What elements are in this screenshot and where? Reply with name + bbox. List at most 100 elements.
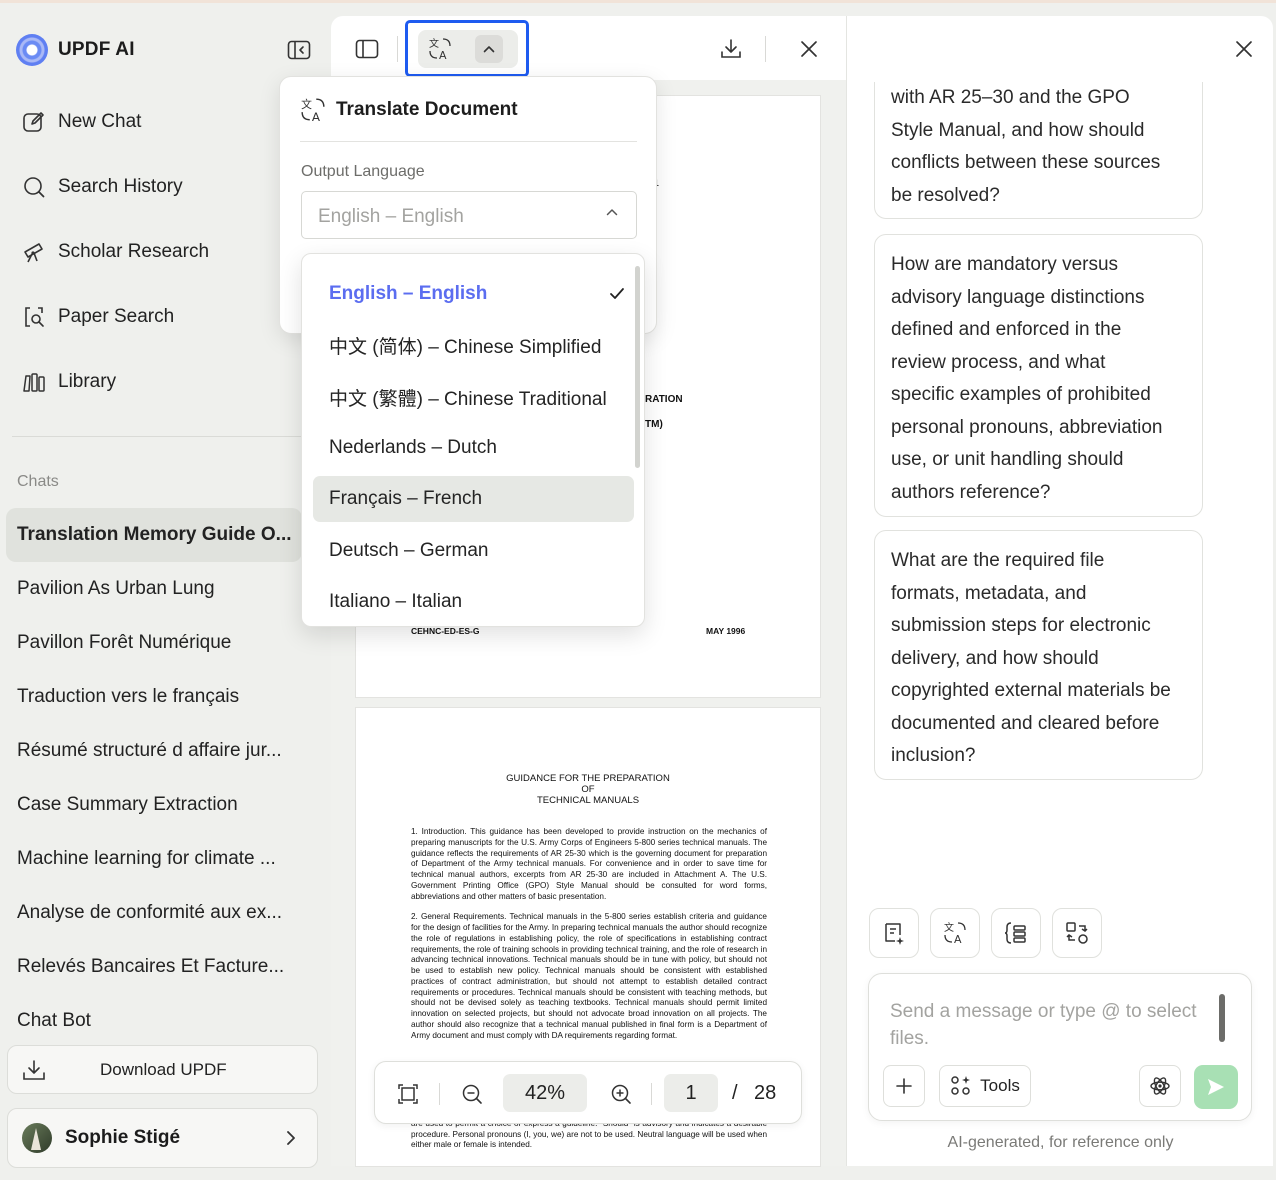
question-line: How are mandatory versus: [891, 254, 1119, 275]
chat-item[interactable]: Résumé structuré d affaire jur...: [6, 724, 302, 778]
send-button[interactable]: [1194, 1065, 1238, 1109]
chat-title: Pavillon Forêt Numérique: [17, 632, 232, 653]
tools-label: Tools: [980, 1076, 1020, 1095]
output-language-select[interactable]: English – English: [301, 191, 637, 239]
nav-library[interactable]: Library: [10, 359, 310, 405]
zoom-in-icon: [611, 1084, 631, 1104]
download-pdf-button[interactable]: [717, 36, 745, 62]
sidebar-divider: [12, 436, 308, 437]
toggle-thumbnails-button[interactable]: [353, 36, 381, 62]
nav-paper-search[interactable]: Paper Search: [10, 294, 310, 340]
fit-page-icon: [398, 1084, 418, 1104]
chat-item[interactable]: Case Summary Extraction: [6, 778, 302, 832]
chat-item[interactable]: Relevés Bancaires Et Facture...: [6, 940, 302, 994]
page-body: 1. Introduction. This guidance has been …: [411, 827, 767, 1051]
panel-icon: [355, 39, 379, 59]
convert-icon: [1066, 922, 1088, 944]
explain-button[interactable]: [991, 908, 1041, 958]
language-dropdown-list: English – English 中文 (简体) – Chinese Simp…: [301, 253, 645, 627]
summarize-button[interactable]: [869, 908, 919, 958]
download-icon: [721, 39, 741, 58]
page-heading: GUIDANCE FOR THE PREPARATION OF TECHNICA…: [356, 773, 820, 806]
toolbar-separator: [765, 36, 766, 62]
suggested-question-card[interactable]: How are mandatory versus advisory langua…: [874, 234, 1203, 517]
input-scrollbar[interactable]: [1219, 994, 1225, 1042]
download-updf-button[interactable]: Download UPDF: [7, 1045, 318, 1094]
user-name: Sophie Stigé: [65, 1127, 181, 1148]
chat-item[interactable]: Analyse de conformité aux ex...: [6, 886, 302, 940]
nav-scholar-research[interactable]: Scholar Research: [10, 229, 310, 275]
language-option[interactable]: Italiano – Italian: [313, 579, 634, 625]
language-option[interactable]: 中文 (繁體) – Chinese Traditional: [313, 374, 634, 420]
toolbar-separator: [397, 36, 398, 62]
ai-model-button[interactable]: [1139, 1065, 1181, 1107]
translate-icon: 文A: [944, 921, 966, 945]
language-option[interactable]: 中文 (简体) – Chinese Simplified: [313, 322, 634, 368]
nav-label: Scholar Research: [58, 241, 210, 262]
chat-item[interactable]: Pavillon Forêt Numérique: [6, 616, 302, 670]
zoom-in-button[interactable]: [608, 1082, 634, 1106]
new-chat-icon: [23, 112, 44, 132]
suggested-question-card[interactable]: What are the required file formats, meta…: [874, 530, 1203, 780]
question-line: conflicts between these sources: [891, 152, 1161, 173]
explain-icon: [1004, 922, 1026, 944]
chat-item[interactable]: Translation Memory Guide O...: [6, 508, 302, 562]
chat-item[interactable]: Traduction vers le français: [6, 670, 302, 724]
question-line: personal pronouns, abbreviation: [891, 416, 1163, 438]
nav-new-chat[interactable]: New Chat: [10, 99, 310, 145]
question-line: review process, and what: [891, 351, 1106, 373]
chevron-up-icon: [606, 209, 618, 216]
zoom-level[interactable]: 42%: [503, 1074, 587, 1112]
chats-heading: Chats: [17, 473, 59, 490]
telescope-icon: [24, 243, 43, 263]
page-text-fragment: RATION: [645, 394, 683, 405]
question-line: documented and cleared before: [891, 712, 1160, 734]
nav-label: Library: [58, 371, 117, 392]
translate-dropdown-button[interactable]: 文A: [418, 30, 518, 68]
chat-list-clip: [0, 1033, 330, 1045]
heading-line: TECHNICAL MANUALS: [536, 795, 640, 806]
question-line: inclusion?: [891, 745, 976, 766]
close-chat-button[interactable]: [1233, 38, 1255, 60]
language-option[interactable]: English – English: [313, 271, 634, 317]
dropdown-scrollbar[interactable]: [635, 266, 640, 468]
popup-divider: [300, 141, 637, 142]
language-option[interactable]: Deutsch – German: [313, 528, 634, 574]
question-line: copyrighted external materials be: [891, 680, 1171, 701]
user-profile-button[interactable]: Sophie Stigé: [7, 1108, 318, 1168]
document-date: MAY 1996: [706, 626, 746, 636]
avatar: [22, 1123, 52, 1153]
convert-button[interactable]: [1052, 908, 1102, 958]
language-option[interactable]: Français – French: [313, 476, 634, 522]
zoom-toolbar: 42% 1 / 28: [374, 1061, 802, 1124]
question-line: authors reference?: [891, 481, 1051, 503]
nav-label: Search History: [58, 176, 183, 197]
translate-action-button[interactable]: 文A: [930, 908, 980, 958]
heading-line: GUIDANCE FOR THE PREPARATION: [506, 773, 670, 784]
total-pages: 28: [754, 1082, 777, 1104]
paragraph: 2. General Requirements. Technical manua…: [411, 912, 767, 1040]
current-page-input[interactable]: 1: [664, 1074, 718, 1112]
zoom-out-button[interactable]: [459, 1082, 485, 1106]
close-viewer-button[interactable]: [796, 36, 822, 62]
chat-title: Analyse de conformité aux ex...: [17, 902, 283, 923]
nav-label: New Chat: [58, 111, 142, 132]
collapse-sidebar-button[interactable]: [286, 38, 312, 62]
chat-item[interactable]: Pavilion As Urban Lung: [6, 562, 302, 616]
message-input[interactable]: Send a message or type @ to select files…: [890, 998, 1200, 1052]
chat-title: Chat Bot: [17, 1010, 91, 1031]
question-line: submission steps for electronic: [891, 615, 1151, 636]
zoom-separator: [439, 1083, 440, 1105]
nav-label: Paper Search: [58, 306, 175, 327]
tools-button[interactable]: Tools: [939, 1065, 1031, 1107]
chat-item[interactable]: Machine learning for climate ...: [6, 832, 302, 886]
fit-page-button[interactable]: [395, 1082, 421, 1106]
translate-chevron-button[interactable]: [475, 35, 503, 63]
language-option[interactable]: Nederlands – Dutch: [313, 425, 634, 471]
suggested-question-card[interactable]: with AR 25–30 and the GPO Style Manual, …: [874, 82, 1203, 219]
brand: UPDF AI: [16, 33, 135, 67]
popup-title: Translate Document: [336, 99, 518, 120]
chat-title: Traduction vers le français: [17, 686, 240, 707]
nav-search-history[interactable]: Search History: [10, 164, 310, 210]
add-attachment-button[interactable]: [883, 1065, 925, 1107]
